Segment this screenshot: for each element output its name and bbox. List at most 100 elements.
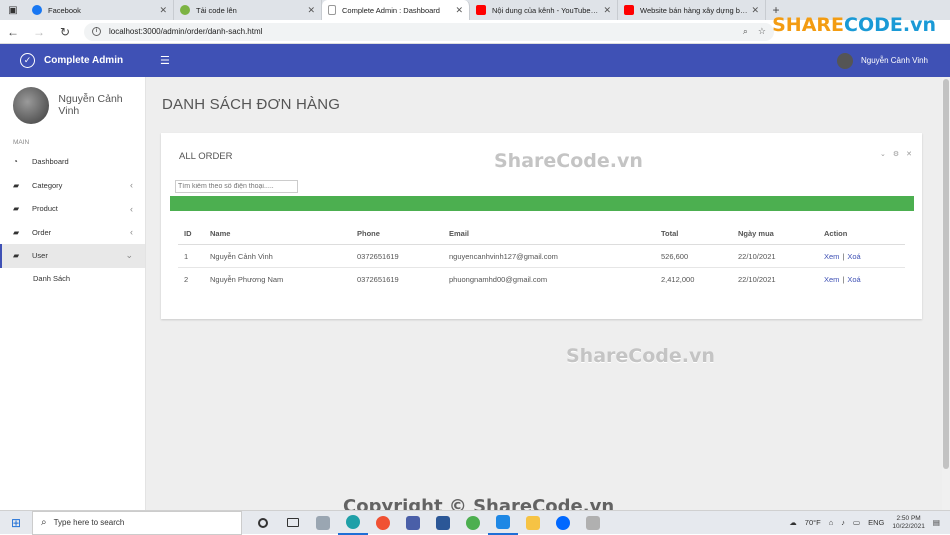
table-row: 2 Nguyễn Phương Nam 0372651619 phuongnam… [178,268,905,291]
phone-search-input[interactable] [175,180,298,193]
tab-upload-code[interactable]: Tải code lên ✕ [174,0,322,20]
clock-time: 2:50 PM [896,514,921,522]
volume-icon[interactable]: ♪ [841,518,845,527]
page-icon [328,5,336,15]
sidebar-item-label: Product [32,204,58,214]
cell-email: nguyencanhvinh127@gmail.com [449,251,558,261]
action-separator: | [842,275,845,284]
sidebar-subitem-danh-sach[interactable]: Danh Sách [0,268,145,289]
view-link[interactable]: Xem [824,252,839,261]
sidebar-item-user[interactable]: ▰ User ⌄ [0,244,145,268]
table-row: 1 Nguyễn Cảnh Vinh 0372651619 nguyencanh… [178,245,905,268]
close-tab-icon[interactable]: ✕ [751,5,759,16]
language-indicator[interactable]: ENG [868,518,884,527]
card-title: ALL ORDER [179,151,233,162]
briefcase-icon: ▰ [13,180,20,190]
url-field[interactable]: i localhost:3000/admin/order/danh-sach.h… [84,22,774,41]
forward-icon[interactable]: → [26,25,52,39]
git-icon[interactable] [368,511,398,535]
app-icon[interactable] [458,511,488,535]
sidebar-item-product[interactable]: ▰ Product ‹ [0,197,145,221]
battery-icon[interactable]: ▭ [853,518,860,527]
brand[interactable]: ✓ Complete Admin [0,53,146,68]
scrollbar-thumb[interactable] [943,79,949,469]
logo-code: CODE.vn [844,14,936,36]
app-icon[interactable] [578,511,608,535]
delete-link[interactable]: Xoá [847,252,860,261]
sidebar-item-label: User [32,251,48,261]
close-tab-icon[interactable]: ✕ [603,5,611,16]
collapse-icon[interactable]: ⌄ [880,150,886,158]
menu-toggle-icon[interactable]: ☰ [160,54,170,67]
vscode-icon[interactable] [488,511,518,535]
check-circle-icon: ✓ [20,53,35,68]
close-icon[interactable]: ✕ [906,150,912,158]
edge-icon[interactable] [338,511,368,535]
file-explorer-icon[interactable] [518,511,548,535]
col-header[interactable]: Email [449,229,661,238]
cell-total: 526,600 [661,251,689,261]
tab-facebook[interactable]: Facebook ✕ [26,0,174,20]
sharecode-logo: SHARECODE.vn [772,14,936,36]
app-icon[interactable] [428,511,458,535]
cell-id: 1 [184,251,189,261]
col-header[interactable]: Ngày mua [738,229,824,238]
back-icon[interactable]: ← [0,25,26,39]
close-tab-icon[interactable]: ✕ [307,5,315,16]
windows-start-icon[interactable]: ⊞ [0,516,32,530]
taskbar-apps [248,511,608,535]
info-icon[interactable]: i [92,27,101,36]
zoom-icon[interactable]: ⌕ [743,26,748,37]
cell-total: 2,412,000 [661,275,695,284]
weather-icon[interactable]: ☁ [789,518,797,527]
zalo-icon[interactable] [548,511,578,535]
dashboard-icon: ◔ [13,157,18,167]
close-tab-icon[interactable]: ✕ [159,5,167,16]
close-tab-icon[interactable]: ✕ [455,5,463,16]
weather-temp[interactable]: 70°F [805,518,821,527]
tab-youtube-studio[interactable]: Nội dung của kênh - YouTube Stu ✕ [470,0,618,20]
task-view-icon[interactable] [278,511,308,535]
widgets-icon[interactable] [308,511,338,535]
col-header[interactable]: Total [661,229,738,238]
tab-actions-icon[interactable]: ▣ [0,0,26,20]
cell-id: 2 [184,275,189,284]
taskbar-search[interactable]: ⌕ Type here to search [32,510,242,535]
action-separator: | [842,251,845,261]
taskbar-search-text: Type here to search [53,518,125,527]
sharecode-icon [180,5,190,15]
sidebar-item-dashboard[interactable]: ◔ Dashboard [0,150,145,174]
sidebar-item-order[interactable]: ▰ Order ‹ [0,221,145,245]
tab-website-ban-hang[interactable]: Website bán hàng xây dựng bằn ✕ [618,0,766,20]
tab-title: Tải code lên [196,5,237,15]
chevron-down-icon: ⌄ [125,250,133,261]
app-icon[interactable] [398,511,428,535]
clock[interactable]: 2:50 PM 10/22/2021 [892,515,925,531]
cell-name: Nguyễn Phương Nam [210,275,284,284]
brand-title: Complete Admin [44,55,124,66]
sidebar-item-label: Dashboard [32,157,69,167]
col-header[interactable]: Phone [357,229,449,238]
reload-icon[interactable]: ↻ [52,25,78,39]
profile-avatar [13,86,50,124]
main-content: DANH SÁCH ĐƠN HÀNG ALL ORDER ⌄ ⚙ ✕ ID Na… [146,77,950,510]
tab-title: Facebook [48,5,81,15]
col-header[interactable]: ID [178,229,210,238]
page-scrollbar[interactable] [942,77,950,510]
tab-complete-admin[interactable]: Complete Admin : Dashboard ✕ [322,0,470,20]
notification-icon[interactable]: ▤ [933,518,940,527]
favorite-icon[interactable]: ☆ [758,26,766,37]
cell-phone: 0372651619 [357,251,399,261]
view-link[interactable]: Xem [824,275,839,284]
sidebar-item-category[interactable]: ▰ Category ‹ [0,174,145,198]
network-icon[interactable]: ⌂ [829,518,834,527]
gear-icon[interactable]: ⚙ [893,150,899,158]
cell-phone: 0372651619 [357,275,399,284]
tab-title: Website bán hàng xây dựng bằn [640,5,748,15]
header-user[interactable]: Nguyễn Cảnh Vinh [836,52,950,69]
col-header[interactable]: Action [824,229,905,238]
col-header[interactable]: Name [210,229,357,238]
delete-link[interactable]: Xoá [847,275,860,284]
cortana-icon[interactable] [248,511,278,535]
tab-title: Complete Admin : Dashboard [342,5,440,15]
